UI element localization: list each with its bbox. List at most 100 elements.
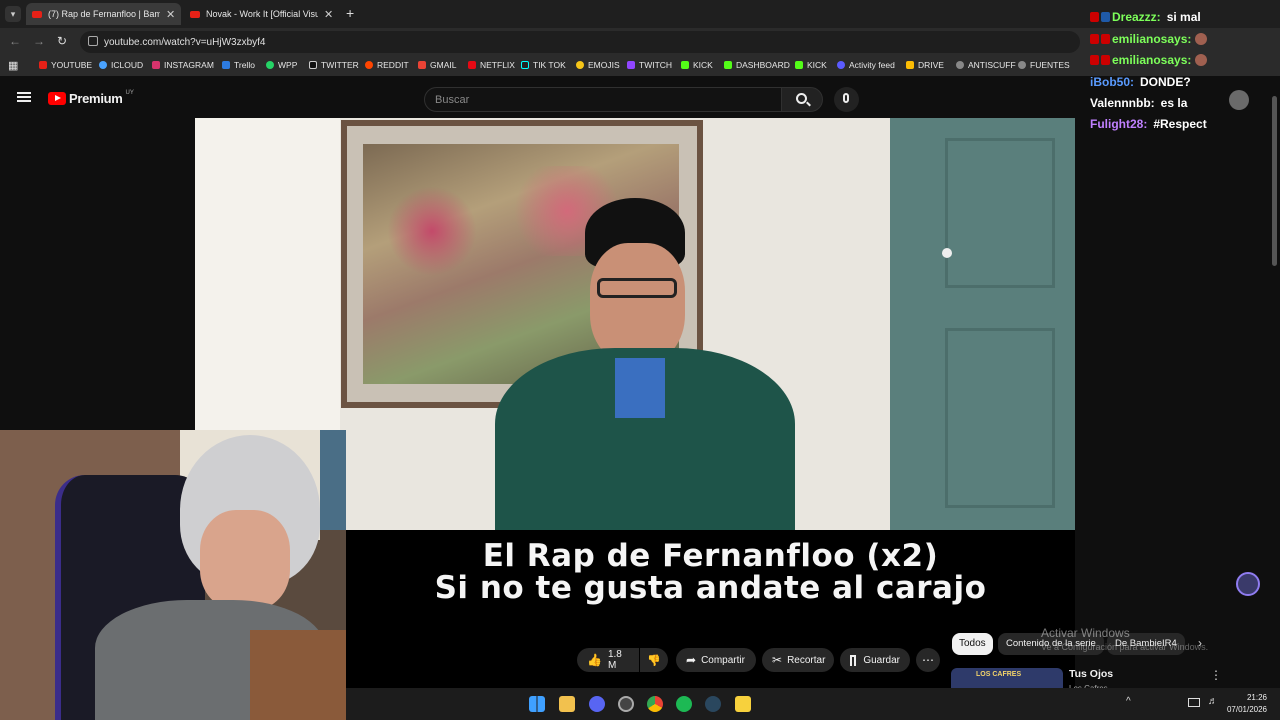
activity-icon: [837, 61, 845, 69]
search-input[interactable]: Buscar: [424, 87, 782, 112]
youtube-icon: [190, 10, 200, 18]
bookmark-item[interactable]: DASHBOARD: [724, 60, 790, 70]
bookmark-item[interactable]: KICK: [681, 60, 713, 70]
site-info-icon[interactable]: [88, 36, 98, 46]
bookmark-item[interactable]: INSTAGRAM: [152, 60, 214, 70]
scrollbar[interactable]: [1272, 96, 1277, 266]
bookmark-item[interactable]: TIK TOK: [521, 60, 566, 70]
more-actions-button[interactable]: ⋯: [916, 648, 940, 672]
clock-date[interactable]: 07/01/2026: [1224, 705, 1267, 714]
youtube-logo[interactable]: Premium UY: [48, 90, 134, 106]
bookmark-item[interactable]: Activity feed: [837, 60, 895, 70]
kick-icon: [724, 61, 732, 69]
windows-start-icon[interactable]: [529, 696, 545, 712]
chat-emote: [1195, 33, 1208, 45]
reco-title[interactable]: Tus Ojos: [1069, 668, 1113, 680]
door: [890, 118, 1075, 530]
bookmark-item[interactable]: TWITCH: [627, 60, 672, 70]
bookmark-item[interactable]: GMAIL: [418, 60, 456, 70]
chip-all[interactable]: Todos: [952, 633, 993, 655]
close-tab-icon[interactable]: ✕: [166, 8, 175, 21]
chat-message: Fulight28: #Respect: [1090, 117, 1207, 131]
network-icon[interactable]: [1188, 698, 1200, 707]
badge-icon: [1101, 12, 1110, 22]
new-tab-button[interactable]: +: [346, 5, 354, 21]
chat-message: Valennnbb: es la: [1090, 96, 1187, 110]
app-icon[interactable]: [618, 696, 634, 712]
chat-emote: [1195, 54, 1208, 66]
like-button[interactable]: 👍 1.8 M: [577, 648, 639, 672]
premium-label: Premium: [69, 91, 123, 106]
share-icon: ➦: [686, 653, 697, 667]
close-tab-icon[interactable]: ✕: [324, 8, 333, 21]
bookmark-item[interactable]: ANTISCUFF: [956, 60, 1016, 70]
reco-more-icon[interactable]: ⋮: [1210, 668, 1222, 682]
folder-icon[interactable]: [559, 696, 575, 712]
chat-user: Valennnbb:: [1090, 96, 1155, 110]
bookmark-item[interactable]: REDDIT: [365, 60, 409, 70]
tab-inactive[interactable]: Novak - Work It [Official Visual ✕: [184, 3, 339, 25]
save-button[interactable]: Guardar: [840, 648, 910, 672]
webcam-overlay: [0, 430, 346, 720]
bookmark-icon: [850, 654, 857, 666]
bookmark-item[interactable]: NETFLIX: [468, 60, 515, 70]
voice-search-button[interactable]: [834, 87, 859, 112]
bookmark-item[interactable]: TWITTER: [309, 60, 359, 70]
chat-user: Fulight28:: [1090, 117, 1148, 131]
subtitle-line-1: El Rap de Fernanfloo (x2): [482, 538, 939, 574]
netflix-icon: [468, 61, 476, 69]
x-icon: [309, 61, 317, 69]
dislike-button[interactable]: 👎: [640, 648, 668, 672]
tray-chevron-icon[interactable]: ^: [1126, 696, 1131, 707]
globe-icon: [956, 61, 964, 69]
bookmark-item[interactable]: ICLOUD: [99, 60, 143, 70]
tiktok-icon: [521, 61, 529, 69]
apps-icon[interactable]: ▦: [8, 59, 18, 72]
mic-icon: [843, 93, 849, 103]
tab-active[interactable]: (7) Rap de Fernanfloo | Bambie ✕: [26, 3, 181, 25]
tab-list-button[interactable]: ▾: [5, 6, 21, 22]
kick-icon: [681, 61, 689, 69]
bookmark-item[interactable]: WPP: [266, 60, 297, 70]
youtube-play-icon: [48, 92, 66, 105]
discord-icon[interactable]: [589, 696, 605, 712]
back-icon[interactable]: ←: [9, 34, 21, 48]
youtube-icon: [32, 10, 42, 18]
bookmark-item[interactable]: EMOJIS: [576, 60, 620, 70]
chat-text: #Respect: [1153, 117, 1207, 131]
notes-icon[interactable]: [735, 696, 751, 712]
thumbs-down-icon: 👎: [647, 654, 661, 667]
bookmark-item[interactable]: KICK: [795, 60, 827, 70]
windows-activation-subtitle: Ve a Configuración para activar Windows.: [1041, 642, 1209, 652]
reddit-icon: [365, 61, 373, 69]
whatsapp-icon: [266, 61, 274, 69]
forward-icon[interactable]: →: [33, 34, 45, 48]
steam-icon[interactable]: [705, 696, 721, 712]
bookmark-item[interactable]: FUENTES: [1018, 60, 1070, 70]
address-bar[interactable]: youtube.com/watch?v=uHjW3zxbyf4: [80, 31, 1080, 53]
emoji-icon: [576, 61, 584, 69]
bookmark-item[interactable]: YOUTUBE: [39, 60, 92, 70]
gmail-icon: [418, 61, 426, 69]
reload-icon[interactable]: ↻: [57, 34, 67, 48]
scissors-icon: ✂: [772, 653, 783, 667]
spotify-icon[interactable]: [676, 696, 692, 712]
thumbs-up-icon: 👍: [587, 653, 602, 667]
tab-title: (7) Rap de Fernanfloo | Bambie: [48, 9, 160, 19]
share-button[interactable]: ➦ Compartir: [676, 648, 756, 672]
menu-icon[interactable]: [17, 92, 31, 102]
clock-time[interactable]: 21:26: [1239, 693, 1267, 702]
chat-text: es la: [1160, 96, 1188, 110]
badge-icon: [1101, 34, 1110, 44]
badge-icon: [1101, 55, 1110, 65]
volume-icon[interactable]: ♬: [1208, 696, 1218, 707]
instagram-icon: [152, 61, 160, 69]
stream-chat-overlay: Dreazzz: si mal emilianosays: emilianosa…: [1086, 0, 1256, 140]
search-button[interactable]: [781, 87, 823, 112]
globe-icon: [1018, 61, 1026, 69]
bookmark-item[interactable]: DRIVE: [906, 60, 944, 70]
stream-logo-icon: [1236, 572, 1260, 596]
chrome-icon[interactable]: [647, 696, 663, 712]
clip-button[interactable]: ✂ Recortar: [762, 648, 834, 672]
bookmark-item[interactable]: Trello: [222, 60, 255, 70]
